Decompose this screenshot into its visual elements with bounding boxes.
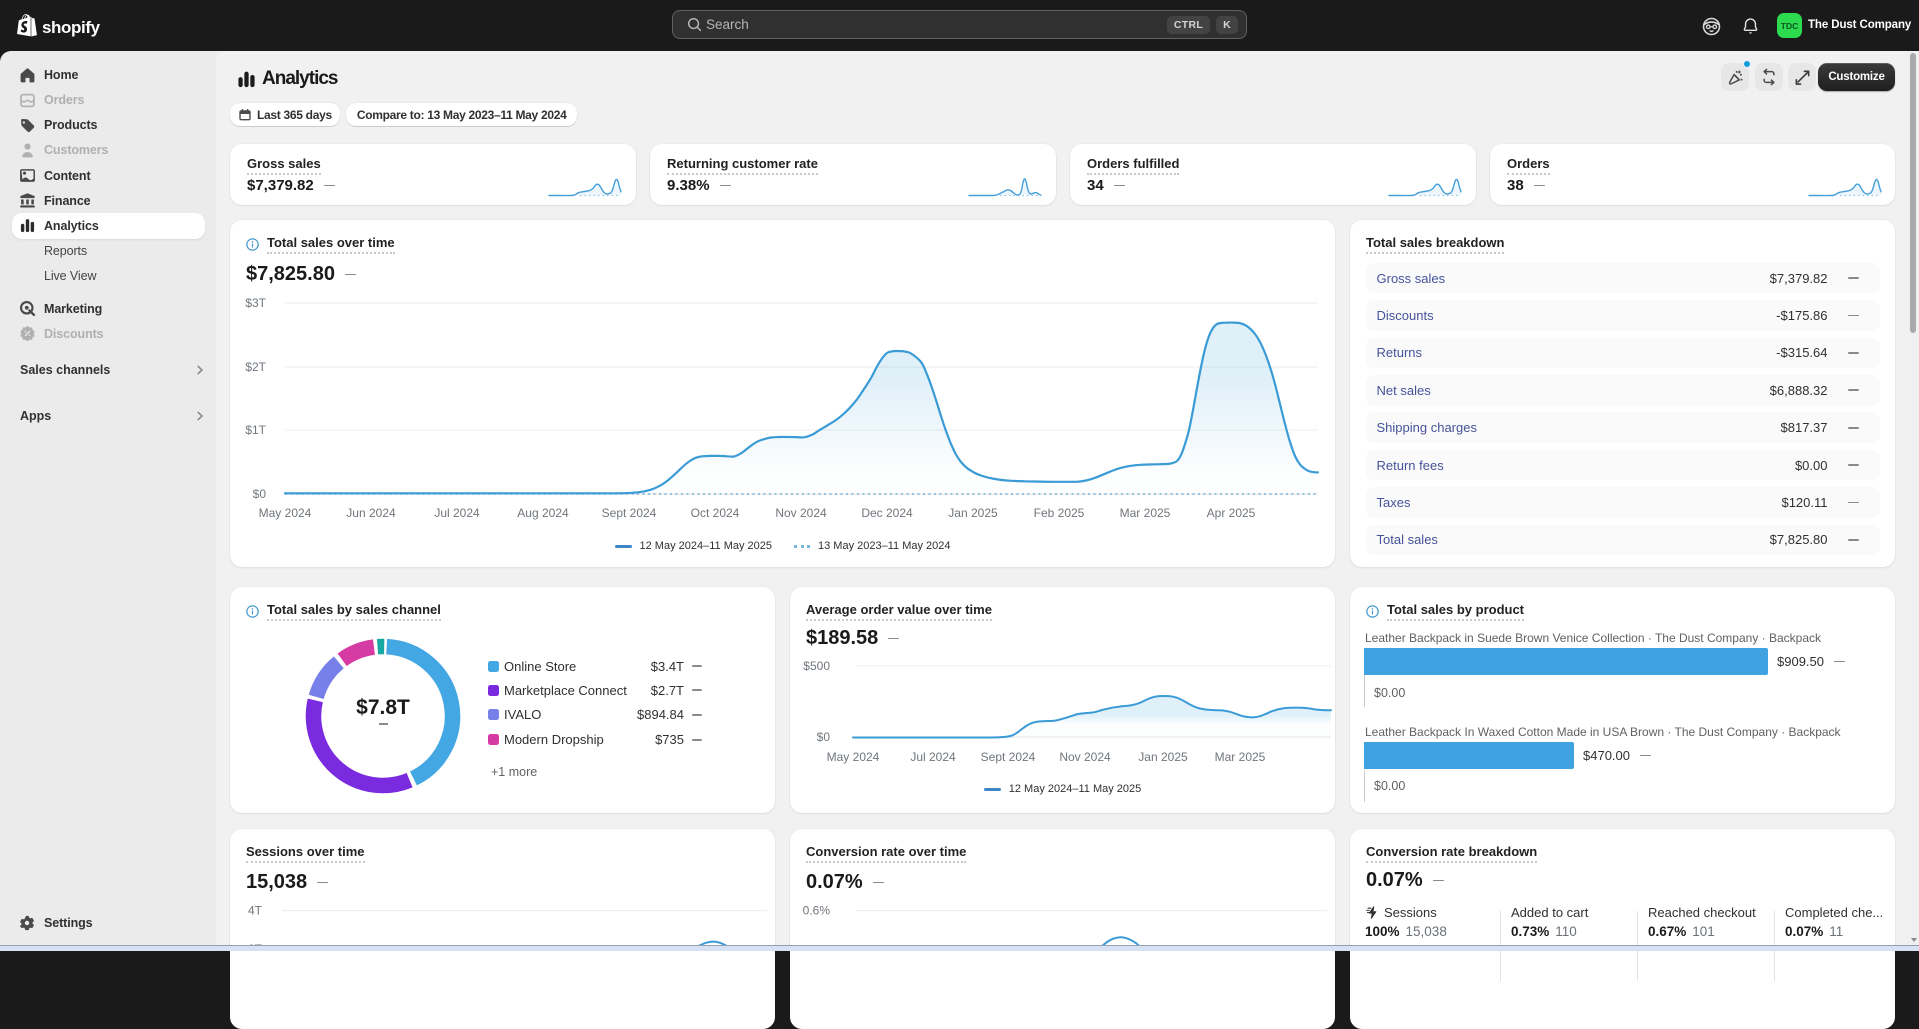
svg-text:Dec 2024: Dec 2024 — [861, 506, 913, 520]
svg-text:Mar 2025: Mar 2025 — [1120, 506, 1171, 520]
svg-text:4T: 4T — [248, 904, 263, 918]
svg-text:Jun 2024: Jun 2024 — [346, 506, 396, 520]
svg-text:0.6%: 0.6% — [803, 904, 831, 918]
svg-text:Jul 2024: Jul 2024 — [910, 750, 956, 764]
svg-text:Jul 2024: Jul 2024 — [434, 506, 480, 520]
svg-text:May 2024: May 2024 — [259, 506, 312, 520]
svg-text:Mar 2025: Mar 2025 — [1215, 750, 1266, 764]
svg-text:Oct 2024: Oct 2024 — [691, 506, 740, 520]
svg-text:$3T: $3T — [245, 296, 266, 310]
svg-text:$0: $0 — [817, 730, 831, 744]
svg-text:shopify: shopify — [42, 18, 101, 37]
svg-text:$2T: $2T — [245, 360, 266, 374]
svg-text:Feb 2025: Feb 2025 — [1034, 506, 1085, 520]
svg-text:Nov 2024: Nov 2024 — [775, 506, 827, 520]
svg-text:Apr 2025: Apr 2025 — [1207, 506, 1256, 520]
svg-text:May 2024: May 2024 — [827, 750, 880, 764]
svg-text:Nov 2024: Nov 2024 — [1059, 750, 1111, 764]
svg-text:Jan 2025: Jan 2025 — [1138, 750, 1188, 764]
svg-text:Sept 2024: Sept 2024 — [981, 750, 1036, 764]
svg-text:Jan 2025: Jan 2025 — [948, 506, 998, 520]
svg-text:Sept 2024: Sept 2024 — [602, 506, 657, 520]
svg-text:$0: $0 — [253, 487, 267, 501]
svg-text:$500: $500 — [803, 659, 830, 673]
svg-text:Aug 2024: Aug 2024 — [517, 506, 569, 520]
svg-text:$1T: $1T — [245, 423, 266, 437]
